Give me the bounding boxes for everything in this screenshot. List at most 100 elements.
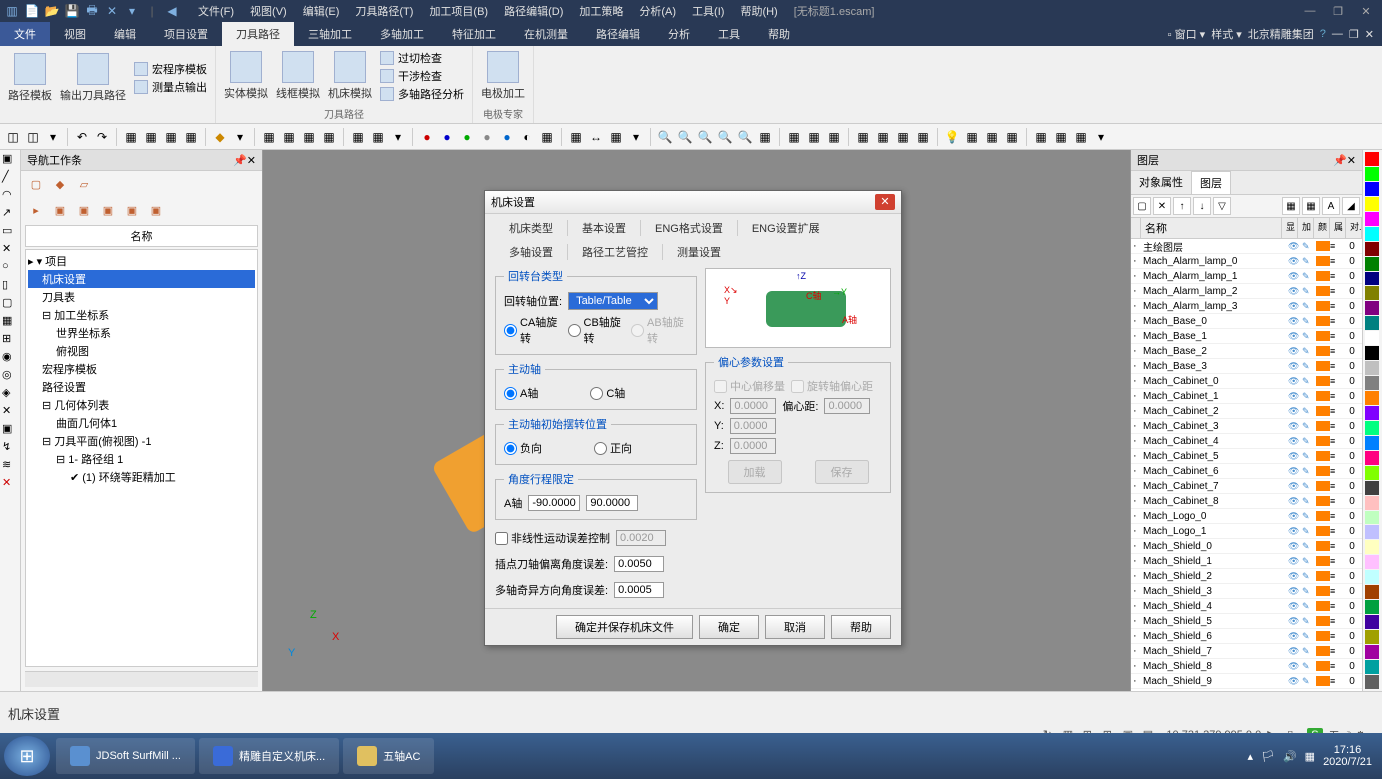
color-swatch[interactable] <box>1365 316 1379 330</box>
nav-btn[interactable]: ▣ <box>123 201 141 219</box>
tool-icon[interactable]: ▦ <box>1003 128 1021 146</box>
tray-icon[interactable]: 🔊 <box>1283 750 1297 763</box>
tool-icon[interactable]: ≋ <box>2 458 18 474</box>
tree-item[interactable]: ⊟ 几何体列表 <box>28 396 255 414</box>
tab-object-props[interactable]: 对象属性 <box>1131 171 1191 194</box>
macro-template-button[interactable]: 宏程序模板 <box>134 61 207 77</box>
dialog-tab[interactable]: 基本设置 <box>568 218 640 238</box>
tool-icon[interactable]: ↶ <box>73 128 91 146</box>
ribbon-tab[interactable]: 编辑 <box>100 22 150 46</box>
color-swatch[interactable] <box>1365 540 1379 554</box>
layer-row[interactable]: ·Mach_Shield_5👁✎≡0 <box>1131 614 1362 629</box>
tool-icon[interactable]: ▦ <box>538 128 556 146</box>
layer-row[interactable]: ·Mach_Cabinet_0👁✎≡0 <box>1131 374 1362 389</box>
layer-row[interactable]: ·Mach_Cabinet_3👁✎≡0 <box>1131 419 1362 434</box>
layer-row[interactable]: ·Mach_Alarm_lamp_1👁✎≡0 <box>1131 269 1362 284</box>
tree-item[interactable]: 俯视图 <box>28 342 255 360</box>
tool-icon[interactable]: ▦ <box>854 128 872 146</box>
tool-icon[interactable]: ↷ <box>93 128 111 146</box>
path-template-button[interactable]: 路径模板 <box>8 53 52 103</box>
tool-icon[interactable]: ▯ <box>2 278 18 294</box>
close-icon[interactable]: ✕ <box>1347 154 1356 167</box>
color-swatch[interactable] <box>1365 436 1379 450</box>
color-swatch[interactable] <box>1365 212 1379 226</box>
nonlinear-check[interactable]: 非线性运动误差控制 <box>495 530 610 546</box>
ribbon-tab[interactable]: 在机测量 <box>510 22 582 46</box>
tray-icon[interactable]: ▴ <box>1247 750 1253 763</box>
layer-row[interactable]: ·Mach_Alarm_lamp_0👁✎≡0 <box>1131 254 1362 269</box>
tool-icon[interactable]: ✕ <box>2 242 18 258</box>
ribbon-min-icon[interactable]: — <box>1332 28 1343 40</box>
close-icon[interactable]: ✕ <box>2 476 18 492</box>
color-swatch[interactable] <box>1365 376 1379 390</box>
c-axis-radio[interactable]: C轴 <box>590 385 625 401</box>
ribbon-tab[interactable]: 刀具路径 <box>222 22 294 46</box>
taskbar-item[interactable]: 五轴AC <box>343 738 434 774</box>
qat-icon[interactable]: ▥ <box>4 3 20 19</box>
range-max-input[interactable] <box>586 495 638 511</box>
tool-icon[interactable]: ▦ <box>300 128 318 146</box>
zoom-icon[interactable]: ▦ <box>756 128 774 146</box>
layer-row[interactable]: ·Mach_Cabinet_5👁✎≡0 <box>1131 449 1362 464</box>
neg-radio[interactable]: 负向 <box>504 440 542 456</box>
delete-layer-icon[interactable]: ✕ <box>1153 197 1171 215</box>
color-swatch[interactable] <box>1365 675 1379 689</box>
layer-row[interactable]: ·Mach_Cabinet_2👁✎≡0 <box>1131 404 1362 419</box>
menu-item[interactable]: 加工项目(B) <box>421 3 496 19</box>
ribbon-tab[interactable]: 文件 <box>0 22 50 46</box>
close-button[interactable]: ✕ <box>1354 5 1378 18</box>
tool-icon[interactable]: ● <box>478 128 496 146</box>
nav-view-icon[interactable]: ◆ <box>51 175 69 193</box>
color-swatch[interactable] <box>1365 391 1379 405</box>
nav-scrollbar[interactable] <box>25 671 258 687</box>
tool-icon[interactable]: ▾ <box>389 128 407 146</box>
tool-icon[interactable]: ▣ <box>2 422 18 438</box>
menu-item[interactable]: 刀具路径(T) <box>347 3 421 19</box>
tool-icon[interactable]: ◉ <box>2 350 18 366</box>
layer-row[interactable]: ·Mach_Cabinet_4👁✎≡0 <box>1131 434 1362 449</box>
tool-icon[interactable]: ● <box>458 128 476 146</box>
layer-tool-icon[interactable]: A <box>1322 197 1340 215</box>
solid-sim-button[interactable]: 实体模拟 <box>224 51 268 101</box>
tree-item[interactable]: 宏程序模板 <box>28 360 255 378</box>
nav-btn[interactable]: ▣ <box>99 201 117 219</box>
tool-icon[interactable]: ▦ <box>369 128 387 146</box>
color-swatch[interactable] <box>1365 272 1379 286</box>
tool-icon[interactable]: ▾ <box>627 128 645 146</box>
layer-row[interactable]: ·Mach_Base_0👁✎≡0 <box>1131 314 1362 329</box>
menu-item[interactable]: 工具(I) <box>684 3 732 19</box>
layer-row[interactable]: ·Mach_Logo_1👁✎≡0 <box>1131 524 1362 539</box>
color-swatch[interactable] <box>1365 645 1379 659</box>
color-swatch[interactable] <box>1365 242 1379 256</box>
ribbon-tab[interactable]: 项目设置 <box>150 22 222 46</box>
tool-icon[interactable]: ▦ <box>914 128 932 146</box>
layer-row[interactable]: ·Mach_Alarm_lamp_3👁✎≡0 <box>1131 299 1362 314</box>
window-menu[interactable]: ▫ 窗口 ▾ <box>1168 26 1206 42</box>
ribbon-tab[interactable]: 帮助 <box>754 22 804 46</box>
color-swatch[interactable] <box>1365 301 1379 315</box>
select-icon[interactable]: ▣ <box>2 152 18 168</box>
tool-icon[interactable]: ▦ <box>280 128 298 146</box>
tool-icon[interactable]: ● <box>418 128 436 146</box>
layer-row[interactable]: ·Mach_Cabinet_7👁✎≡0 <box>1131 479 1362 494</box>
color-swatch[interactable] <box>1365 257 1379 271</box>
save-file-button[interactable]: 确定并保存机床文件 <box>556 615 693 639</box>
singular-angle-input[interactable] <box>614 582 664 598</box>
tool-icon[interactable]: ↗ <box>2 206 18 222</box>
color-swatch[interactable] <box>1365 496 1379 510</box>
tool-icon[interactable]: ▦ <box>162 128 180 146</box>
tool-icon[interactable]: ▦ <box>349 128 367 146</box>
tool-icon[interactable]: ▾ <box>1092 128 1110 146</box>
pin-icon[interactable]: 📌 <box>233 154 247 167</box>
layer-row[interactable]: ·Mach_Alarm_lamp_2👁✎≡0 <box>1131 284 1362 299</box>
qat-undo-icon[interactable]: ◀ <box>164 3 180 19</box>
tree-item[interactable]: ▸ ▾ 项目 <box>28 252 255 270</box>
layer-row[interactable]: ·Mach_Shield_7👁✎≡0 <box>1131 644 1362 659</box>
ribbon-tab[interactable]: 特征加工 <box>438 22 510 46</box>
tool-icon[interactable]: ▦ <box>122 128 140 146</box>
line-icon[interactable]: ╱ <box>2 170 18 186</box>
menu-item[interactable]: 帮助(H) <box>732 3 785 19</box>
color-swatch[interactable] <box>1365 331 1379 345</box>
color-swatch[interactable] <box>1365 525 1379 539</box>
qat-settings-icon[interactable]: ✕ <box>104 3 120 19</box>
